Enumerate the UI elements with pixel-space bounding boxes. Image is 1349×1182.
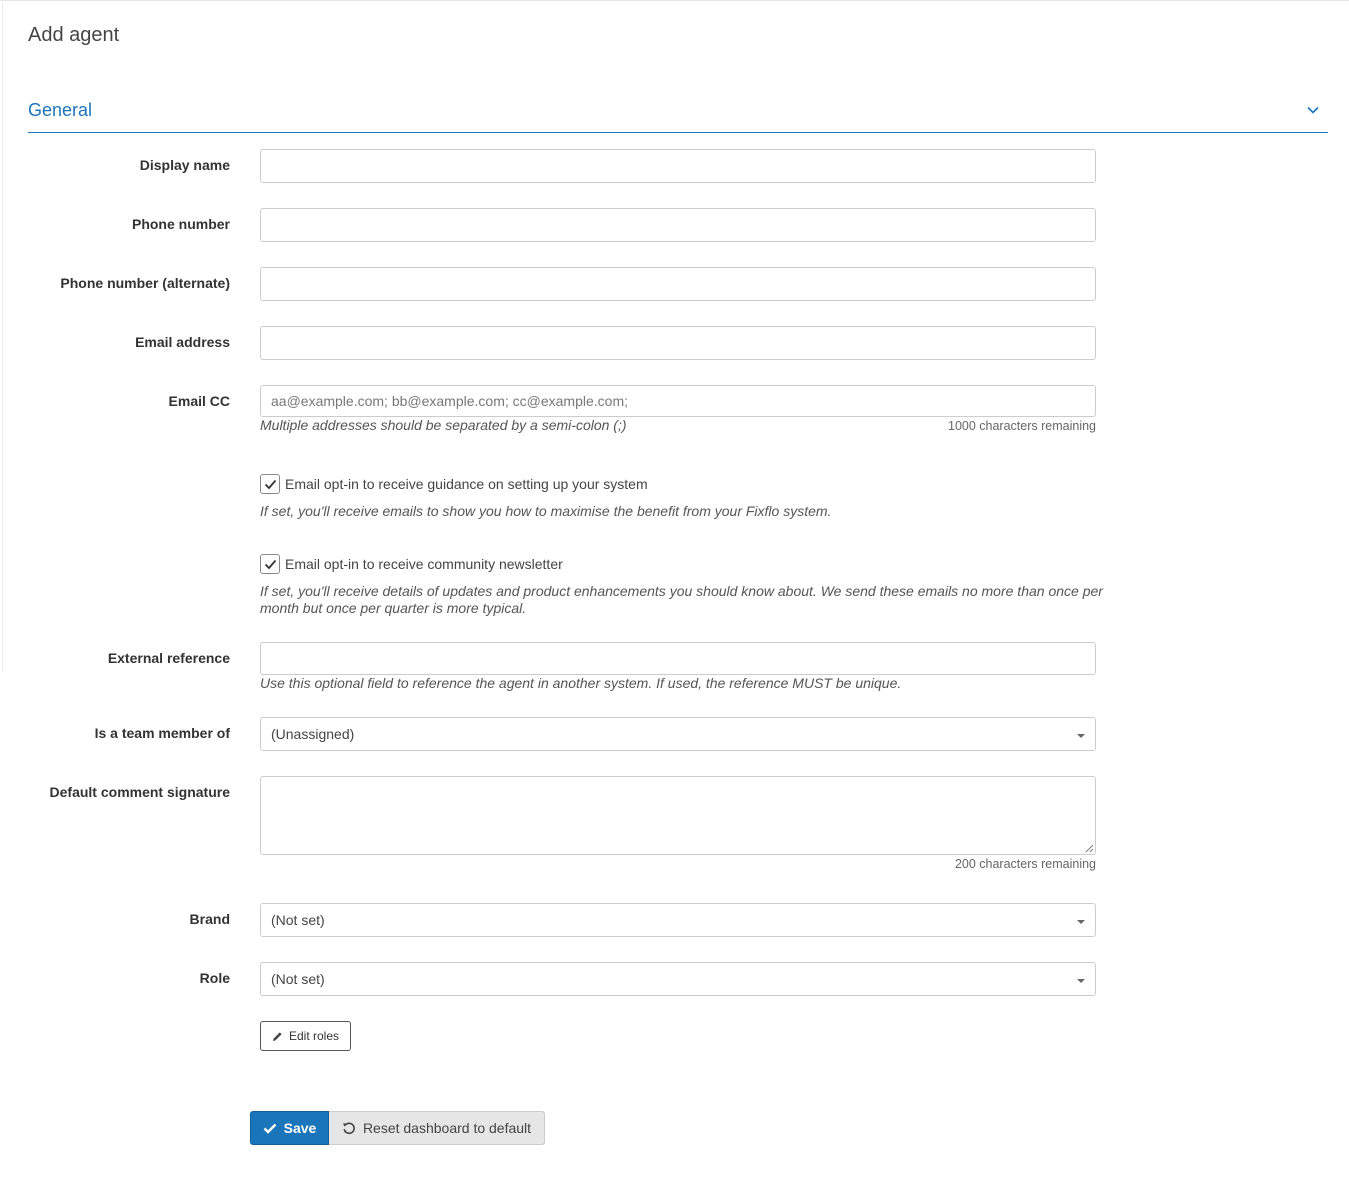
top-divider [0, 0, 1349, 3]
phone-number-input[interactable] [260, 208, 1096, 242]
team-label: Is a team member of [94, 725, 230, 741]
optin-newsletter-help-line1: If set, you'll receive details of update… [260, 583, 1103, 599]
optin-guidance-label[interactable]: Email opt-in to receive guidance on sett… [285, 476, 648, 492]
resize-handle-icon[interactable] [1084, 843, 1094, 853]
edit-roles-button[interactable]: Edit roles [260, 1021, 351, 1051]
save-label: Save [283, 1120, 317, 1136]
external-reference-label: External reference [107, 650, 230, 666]
edit-roles-label: Edit roles [288, 1029, 340, 1043]
caret-down-icon [1077, 979, 1085, 983]
role-selected-value: (Not set) [271, 971, 325, 987]
page-title: Add agent [28, 24, 120, 46]
pencil-icon [272, 1031, 282, 1041]
section-title: General [28, 100, 93, 120]
email-address-input[interactable] [260, 326, 1096, 360]
email-cc-label: Email CC [168, 393, 230, 409]
save-button[interactable]: Save [250, 1111, 329, 1145]
team-selected-value: (Unassigned) [271, 726, 355, 742]
phone-alternate-label: Phone number (alternate) [60, 275, 230, 291]
team-select[interactable]: (Unassigned) [260, 717, 1096, 751]
caret-down-icon [1077, 734, 1085, 738]
phone-number-label: Phone number [131, 216, 230, 232]
role-label: Role [199, 970, 230, 986]
brand-label: Brand [189, 911, 230, 927]
signature-textarea[interactable] [260, 776, 1096, 855]
display-name-label: Display name [139, 157, 230, 173]
add-agent-page: Add agent General Display name Phone num… [0, 0, 1349, 1182]
optin-newsletter-label[interactable]: Email opt-in to receive community newsle… [285, 556, 563, 572]
brand-select[interactable]: (Not set) [260, 903, 1096, 937]
signature-label: Default comment signature [49, 784, 230, 800]
undo-icon [343, 1122, 355, 1135]
check-icon [264, 479, 276, 489]
brand-selected-value: (Not set) [271, 912, 325, 928]
email-cc-counter: 1000 characters remaining [948, 419, 1096, 433]
caret-down-icon [1077, 920, 1085, 924]
optin-newsletter-checkbox[interactable] [260, 554, 280, 574]
display-name-input[interactable] [260, 149, 1096, 183]
check-icon [263, 1123, 276, 1134]
optin-newsletter-row[interactable]: Email opt-in to receive community newsle… [260, 554, 563, 574]
role-select[interactable]: (Not set) [260, 962, 1096, 996]
reset-dashboard-button[interactable]: Reset dashboard to default [329, 1111, 545, 1145]
left-divider [2, 0, 3, 672]
email-address-label: Email address [135, 334, 230, 350]
email-cc-input[interactable] [260, 385, 1096, 417]
optin-guidance-checkbox[interactable] [260, 474, 280, 494]
external-reference-input[interactable] [260, 642, 1096, 675]
check-icon [264, 559, 276, 569]
phone-alternate-input[interactable] [260, 267, 1096, 301]
section-header-general[interactable]: General [28, 96, 1328, 133]
external-reference-help: Use this optional field to reference the… [260, 675, 902, 691]
chevron-down-icon[interactable] [1302, 96, 1324, 124]
optin-newsletter-help-line2: month but once per quarter is more typic… [260, 600, 527, 616]
reset-label: Reset dashboard to default [362, 1120, 532, 1136]
optin-guidance-row[interactable]: Email opt-in to receive guidance on sett… [260, 474, 648, 494]
signature-counter: 200 characters remaining [954, 857, 1096, 871]
email-cc-help: Multiple addresses should be separated b… [260, 417, 627, 433]
optin-guidance-help: If set, you'll receive emails to show yo… [260, 503, 832, 519]
